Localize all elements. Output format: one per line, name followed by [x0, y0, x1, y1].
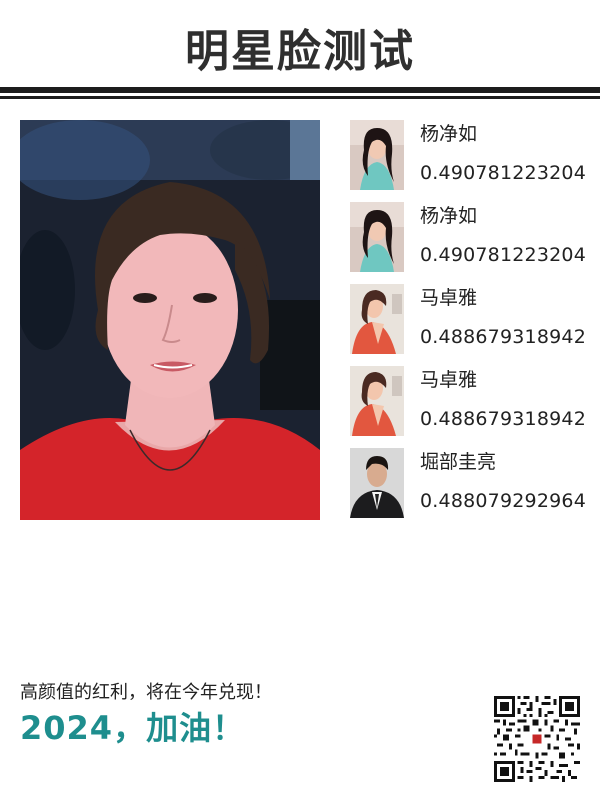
page-title: 明星脸测试	[185, 26, 415, 77]
match-name: 马卓雅	[420, 287, 478, 309]
match-item[interactable]: 马卓雅 0.488679318942	[350, 284, 595, 354]
qr-code-icon[interactable]	[494, 696, 580, 782]
slogan-text: 高颜值的红利，将在今年兑现！	[20, 682, 272, 703]
match-thumbnail	[350, 120, 404, 190]
match-name: 杨净如	[420, 205, 478, 227]
cheer-text: 2024，加油！	[20, 709, 246, 747]
match-score: 0.488079292964	[420, 490, 586, 512]
match-item[interactable]: 马卓雅 0.488679318942	[350, 366, 595, 436]
match-name: 杨净如	[420, 123, 478, 145]
match-score: 0.488679318942	[420, 408, 586, 430]
divider-thin	[0, 96, 600, 99]
match-thumbnail	[350, 284, 404, 354]
match-thumbnail	[350, 202, 404, 272]
match-name: 马卓雅	[420, 369, 478, 391]
match-score: 0.488679318942	[420, 326, 586, 348]
divider-thick	[0, 87, 600, 93]
header: 明星脸测试	[0, 0, 600, 110]
match-score: 0.490781223204	[420, 244, 586, 266]
uploaded-face-photo	[20, 120, 320, 520]
match-item[interactable]: 杨净如 0.490781223204	[350, 120, 595, 190]
match-name: 堀部圭亮	[420, 451, 497, 473]
match-item[interactable]: 堀部圭亮 0.488079292964	[350, 448, 595, 518]
match-score: 0.490781223204	[420, 162, 586, 184]
match-thumbnail	[350, 448, 404, 518]
match-thumbnail	[350, 366, 404, 436]
match-item[interactable]: 杨净如 0.490781223204	[350, 202, 595, 272]
